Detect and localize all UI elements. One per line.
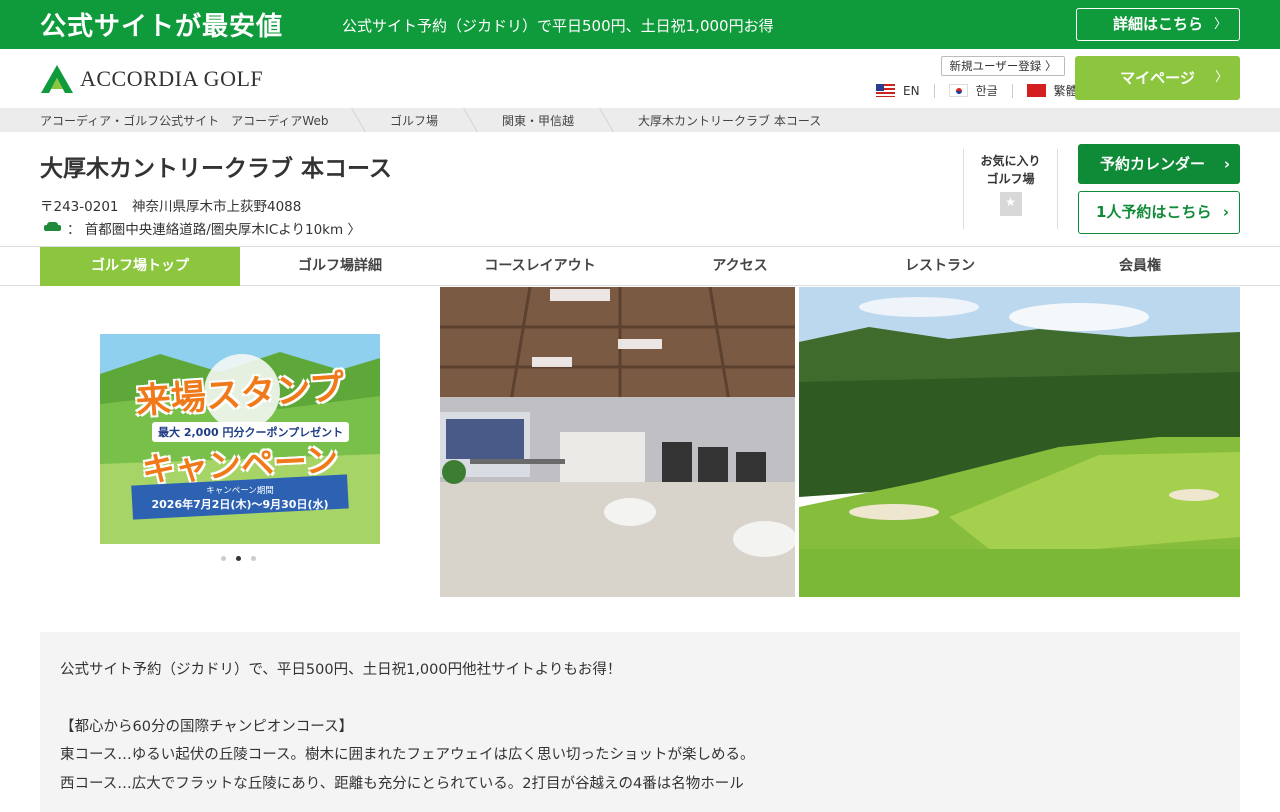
lang-en-label: EN <box>903 83 920 98</box>
course-access-link[interactable]: ： 首都圏中央連絡道路/圏央厚木ICより10km 〉 <box>44 218 361 238</box>
promo-title: 公式サイトが最安値 <box>40 12 284 42</box>
golf-course-photo <box>799 287 1240 597</box>
lang-ko[interactable]: 한글 <box>948 82 998 99</box>
page-title: 大厚木カントリークラブ 本コース <box>40 156 392 182</box>
accordia-mark-icon <box>41 65 73 93</box>
reservation-calendar-button[interactable]: 予約カレンダー › <box>1078 144 1240 184</box>
promo-details-button[interactable]: 詳細はこちら 〉 <box>1076 8 1240 41</box>
carousel-dot[interactable] <box>221 556 226 561</box>
mypage-button[interactable]: マイページ 〉 <box>1075 56 1240 100</box>
promo-subtitle: 公式サイト予約（ジカドリ）で平日500円、土日祝1,000円お得 <box>342 17 774 35</box>
tab-golf-course-details[interactable]: ゴルフ場詳細 <box>240 247 440 286</box>
lang-ko-label: 한글 <box>975 84 998 98</box>
breadcrumb-golf-courses[interactable]: ゴルフ場 <box>390 112 438 129</box>
description-line <box>60 685 1220 713</box>
favorite-button[interactable]: お気に入り ゴルフ場 <box>963 149 1058 229</box>
favorite-sub-label: ゴルフ場 <box>986 172 1035 186</box>
breadcrumb: アコーディア・ゴルフ公式サイト アコーディアWeb ゴルフ場 関東・甲信越 大厚… <box>0 108 1280 132</box>
course-nav-tabs: ゴルフ場トップ ゴルフ場詳細 コースレイアウト アクセス レストラン 会員権 <box>0 246 1280 286</box>
breadcrumb-separator <box>463 108 478 132</box>
promo-details-label: 詳細はこちら <box>1112 15 1203 33</box>
description-line: 【都心から60分の国際チャンピオンコース】 <box>60 718 354 735</box>
us-flag-icon <box>876 84 895 97</box>
lang-en[interactable]: EN <box>876 84 920 98</box>
divider <box>1011 83 1013 98</box>
chevron-right-icon: › <box>1223 155 1230 173</box>
car-icon <box>44 222 61 234</box>
lang-zh[interactable]: 繁體 <box>1026 82 1078 99</box>
language-switcher: EN 한글 繁體 <box>876 82 1092 99</box>
banner-period: 2026年7月2日(木)～9月30日(水) <box>151 498 329 511</box>
promo-bar: 公式サイトが最安値 公式サイト予約（ジカドリ）で平日500円、土日祝1,000円… <box>0 0 1280 49</box>
logo-text: ACCORDIA GOLF <box>80 66 264 91</box>
solo-reservation-button[interactable]: 1人予約はこちら › <box>1078 191 1240 234</box>
course-description: 公式サイト予約（ジカドリ）で、平日500円、土日祝1,000円他社サイトよりもお… <box>40 632 1240 812</box>
divider <box>933 83 935 98</box>
tab-course-layout[interactable]: コースレイアウト <box>440 247 640 286</box>
tab-restaurant[interactable]: レストラン <box>840 247 1040 286</box>
breadcrumb-separator <box>599 108 614 132</box>
campaign-banner[interactable]: 来場スタンプ 最大 2,000 円分クーポンプレゼント キャンペーン キャンペー… <box>100 334 380 544</box>
accordia-logo[interactable]: ACCORDIA GOLF <box>40 63 263 95</box>
carousel-dots <box>221 556 266 561</box>
tab-golf-course-top[interactable]: ゴルフ場トップ <box>40 247 240 286</box>
breadcrumb-region[interactable]: 関東・甲信越 <box>502 112 574 129</box>
description-line: 西コース…広大でフラットな丘陵にあり、距離も充分にとられている。2打目が谷越えの… <box>60 775 744 792</box>
chevron-right-icon: 〉 <box>1213 17 1227 32</box>
clubhouse-lobby-photo <box>440 287 795 597</box>
course-address: 〒243-0201 神奈川県厚木市上荻野4088 <box>40 199 302 215</box>
chevron-right-icon: › <box>1222 203 1229 221</box>
breadcrumb-home[interactable]: アコーディア・ゴルフ公式サイト アコーディアWeb <box>40 112 328 129</box>
bookmark-star-icon <box>999 192 1022 216</box>
banner-period-label: キャンペーン期間 <box>206 486 274 496</box>
calendar-button-label: 予約カレンダー <box>1100 155 1206 173</box>
breadcrumb-current: 大厚木カントリークラブ 本コース <box>638 114 822 128</box>
tab-membership[interactable]: 会員権 <box>1040 247 1240 286</box>
solo-button-label: 1人予約はこちら <box>1096 203 1212 221</box>
mypage-label: マイページ <box>1120 69 1195 87</box>
description-line: 公式サイト予約（ジカドリ）で、平日500円、土日祝1,000円他社サイトよりもお… <box>60 662 622 678</box>
register-button[interactable]: 新規ユーザー登録 〉 <box>941 56 1065 76</box>
cn-flag-icon <box>1026 84 1046 97</box>
breadcrumb-separator <box>351 108 366 132</box>
course-access-text: ： 首都圏中央連絡道路/圏央厚木ICより10km 〉 <box>67 222 361 238</box>
kr-flag-icon <box>948 84 968 97</box>
favorite-label: お気に入り <box>980 154 1041 168</box>
tab-access[interactable]: アクセス <box>640 247 840 286</box>
chevron-right-icon: 〉 <box>1214 70 1228 85</box>
description-line: 東コース…ゆるい起伏の丘陵コース。樹木に囲まれたフェアウェイは広く思い切ったショ… <box>60 747 755 763</box>
carousel-dot[interactable] <box>251 556 256 561</box>
carousel-dot-active[interactable] <box>236 556 241 561</box>
